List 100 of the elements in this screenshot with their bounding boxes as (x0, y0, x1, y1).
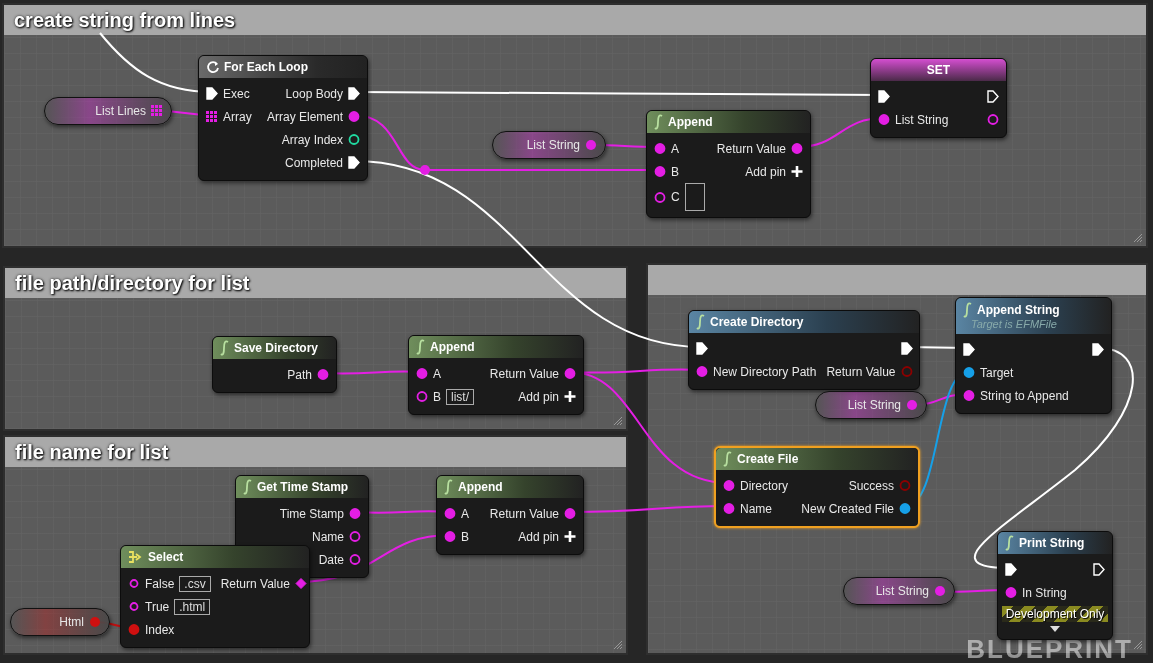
data-pin-icon[interactable] (128, 600, 140, 613)
pin-label: Array Index (281, 132, 343, 147)
pin-label: Return Value (489, 506, 559, 521)
pin-label: String to Append (980, 388, 1069, 403)
node[interactable]: SET List String (870, 58, 1007, 138)
data-pin-icon[interactable] (963, 389, 975, 402)
pin-label: Completed (284, 155, 343, 170)
node[interactable]: Append A B list/ Return Value Add pin (408, 335, 584, 415)
data-pin-icon[interactable] (349, 530, 361, 543)
exec-pin-icon[interactable] (987, 90, 999, 103)
pin-label: A (433, 366, 441, 381)
pin-label: False (145, 576, 175, 591)
array-pin-icon[interactable] (206, 110, 218, 123)
value-field[interactable]: list/ (446, 388, 474, 405)
exec-pin-icon[interactable] (1005, 563, 1017, 576)
data-pin-icon[interactable] (564, 507, 576, 520)
exec-pin-icon[interactable] (348, 87, 360, 100)
plus-icon[interactable] (564, 390, 576, 403)
data-pin-icon[interactable] (899, 502, 911, 515)
data-pin-icon[interactable] (444, 507, 456, 520)
pin-label: Return Value (489, 366, 559, 381)
exec-pin-icon[interactable] (696, 342, 708, 355)
node[interactable]: Create File Directory Name Success New Created File (714, 446, 920, 528)
variable-node[interactable]: Html (10, 608, 110, 636)
data-pin-icon[interactable] (654, 165, 666, 178)
exec-pin-icon[interactable] (878, 90, 890, 103)
pin-label: Add pin (518, 529, 559, 544)
node-title: SET (926, 63, 951, 77)
data-pin-icon[interactable] (416, 367, 428, 380)
data-pin-icon[interactable] (696, 365, 708, 378)
value-field[interactable]: .html (174, 598, 211, 615)
pin-label: New Created File (801, 501, 894, 516)
value-field[interactable] (684, 183, 705, 211)
variable-name: List String (847, 398, 901, 412)
function-icon (696, 314, 706, 330)
node[interactable]: Append A B Return Value Add pin (436, 475, 584, 555)
pin-label: Date (318, 552, 344, 567)
function-icon (243, 479, 253, 495)
pin-label: Return Value (716, 141, 786, 156)
graph-type-label: BLUEPRINT (966, 637, 1133, 661)
pin-label: Return Value (220, 576, 290, 591)
exec-pin-icon[interactable] (963, 343, 975, 356)
value-field[interactable]: .csv (179, 575, 211, 592)
data-pin-icon[interactable] (317, 368, 329, 381)
pin-label: In String (1022, 585, 1067, 600)
data-pin-icon[interactable] (444, 530, 456, 543)
data-pin-icon[interactable] (791, 142, 803, 155)
variable-node[interactable]: List Lines (44, 97, 172, 125)
node[interactable]: Save Directory Path (212, 336, 337, 393)
resize-grip-icon[interactable] (613, 640, 623, 650)
data-pin-icon[interactable] (349, 553, 361, 566)
node[interactable]: Print String In String Development Only (997, 531, 1113, 640)
resize-grip-icon[interactable] (1133, 640, 1143, 650)
exec-pin-icon[interactable] (900, 342, 913, 355)
loop-icon (206, 60, 220, 74)
variable-node[interactable]: List String (843, 577, 955, 605)
plus-icon[interactable] (564, 530, 576, 543)
node-title: Append (430, 340, 475, 354)
plus-icon[interactable] (791, 165, 803, 178)
exec-pin-icon[interactable] (206, 87, 218, 100)
pin-label: Path (287, 367, 312, 382)
pin-label: Loop Body (285, 86, 343, 101)
pin-label: Array Element (266, 109, 343, 124)
data-pin-icon[interactable] (654, 142, 666, 155)
development-only-banner: Development Only (1002, 606, 1108, 622)
comment-title: create string from lines (14, 8, 236, 32)
data-pin-icon[interactable] (878, 113, 890, 126)
node[interactable]: Append A B C Return Value Add pin (646, 110, 811, 218)
node[interactable]: Append String Target is EFMFile Target String to Append (955, 297, 1112, 414)
resize-grip-icon[interactable] (613, 416, 623, 426)
data-pin-icon[interactable] (416, 390, 428, 403)
data-pin-icon[interactable] (723, 479, 735, 492)
data-pin-icon[interactable] (564, 367, 576, 380)
data-pin-icon[interactable] (654, 190, 666, 204)
function-icon (963, 302, 973, 318)
variable-node[interactable]: List String (815, 391, 927, 419)
node[interactable]: Create Directory New Directory Path Return Value (688, 310, 920, 390)
exec-pin-icon[interactable] (1092, 343, 1104, 356)
exec-pin-icon[interactable] (1093, 563, 1105, 576)
data-pin-icon[interactable] (1005, 586, 1017, 599)
pin-label: Directory (740, 478, 788, 493)
variable-name: List String (526, 138, 580, 152)
data-pin-icon[interactable] (348, 110, 360, 123)
resize-grip-icon[interactable] (1133, 233, 1143, 243)
pin-label: Add pin (518, 389, 559, 404)
variable-node[interactable]: List String (492, 131, 606, 159)
node[interactable]: For Each Loop Exec Array Loop Body Array Element Array Index Completed (198, 55, 368, 181)
data-pin-icon[interactable] (348, 133, 360, 146)
pin-label: B (671, 164, 679, 179)
exec-pin-icon[interactable] (348, 156, 360, 169)
node-subtitle: Target is EFMFile (970, 318, 1058, 330)
data-pin-icon[interactable] (987, 113, 999, 126)
data-pin-icon[interactable] (128, 577, 140, 590)
function-icon (654, 114, 664, 130)
node[interactable]: Select False .csv True .html Index Return Value (120, 545, 310, 648)
data-pin-icon[interactable] (963, 366, 975, 379)
variable-name: List Lines (95, 104, 146, 118)
data-pin-icon[interactable] (349, 507, 361, 520)
data-pin-icon[interactable] (723, 502, 735, 515)
expand-arrow-icon[interactable] (1049, 625, 1061, 633)
